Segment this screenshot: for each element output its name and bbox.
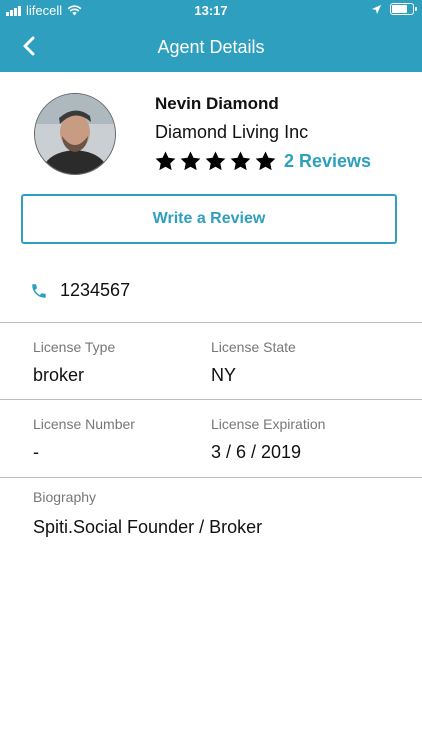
license-type-value: broker <box>33 365 85 385</box>
license-number-value: - <box>33 442 39 462</box>
star-icon <box>230 151 251 171</box>
write-review-label: Write a Review <box>152 210 266 227</box>
page-title: Agent Details <box>157 37 265 57</box>
phone-number: 1234567 <box>60 280 131 300</box>
agent-company: Diamond Living Inc <box>155 122 309 142</box>
status-bar: lifecell 13:17 <box>0 0 422 22</box>
battery-icon <box>390 3 417 15</box>
license-number-label: License Number <box>33 416 135 432</box>
license-expiration-value: 3 / 6 / 2019 <box>211 442 302 462</box>
write-review-button[interactable]: Write a Review <box>21 194 397 244</box>
star-icon <box>180 151 201 171</box>
divider <box>0 322 422 323</box>
biography-label: Biography <box>33 489 97 505</box>
agent-name: Nevin Diamond <box>155 94 279 113</box>
divider <box>0 399 422 400</box>
star-icon <box>255 151 276 171</box>
license-expiration-label: License Expiration <box>211 416 326 432</box>
reviews-link[interactable]: 2 Reviews <box>284 151 371 172</box>
status-right-group <box>371 3 417 15</box>
status-time: 13:17 <box>194 3 228 18</box>
phone-row[interactable]: 1234567 <box>30 280 130 301</box>
avatar-portrait <box>35 94 115 174</box>
agent-avatar <box>34 93 116 175</box>
battery-level <box>392 5 408 13</box>
app-header: lifecell 13:17 Agent Details <box>0 0 422 72</box>
agent-rating: 2 Reviews <box>154 150 371 173</box>
biography-value: Spiti.Social Founder / Broker <box>33 517 263 537</box>
star-rating <box>154 150 277 173</box>
divider <box>0 477 422 478</box>
star-icon <box>155 151 176 171</box>
license-state-label: License State <box>211 339 296 355</box>
phone-icon <box>32 283 46 298</box>
location-arrow-icon <box>371 4 382 14</box>
star-icon <box>205 151 226 171</box>
license-type-label: License Type <box>33 339 116 355</box>
license-state-value: NY <box>211 365 237 385</box>
